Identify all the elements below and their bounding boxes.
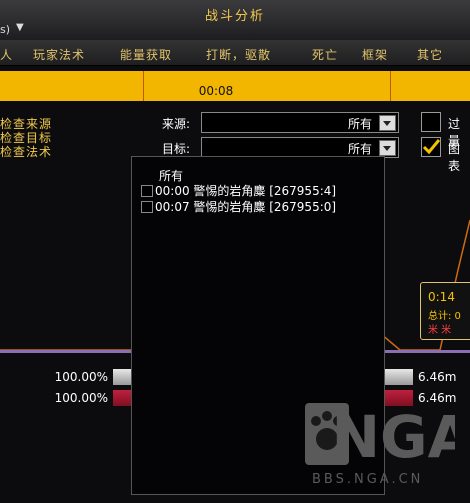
option-checkbox[interactable] [141,201,153,213]
tab-energy[interactable]: 能量获取 [120,46,172,63]
target-dropdown[interactable]: 所有 [201,137,399,158]
graph-checkbox[interactable] [421,137,441,157]
target-value: 所有 [347,142,372,156]
overheal-checkbox[interactable] [421,112,441,132]
tab-interrupt[interactable]: 打断，驱散 [206,46,271,63]
tab-bar: 人 玩家法术 能量获取 打断，驱散 死亡 框架 其它 [0,40,470,66]
tab-other[interactable]: 其它 [417,46,443,63]
bar-percent: 100.00% [54,370,108,384]
tab-people[interactable]: 人 [0,46,13,63]
target-label: 目标: [162,142,191,156]
dropdown-caret-icon[interactable]: ▼ [16,22,24,33]
source-label: 来源: [162,117,191,131]
chevron-down-icon[interactable] [379,115,396,131]
watermark-url: BBS.NGA.CN [312,472,424,487]
bar-percent: 100.00% [54,391,108,405]
check-spell-item[interactable]: 检查法术 [0,143,52,160]
window-title: 战斗分析 [204,9,265,24]
dropdown-option[interactable]: 00:07 警惕的岩角麋 [267955:0] [155,198,336,215]
tooltip-time: 0:14 [428,290,455,304]
svg-text:NGA: NGA [331,403,455,465]
tab-player-spells[interactable]: 玩家法术 [33,46,85,63]
source-value: 所有 [347,117,372,131]
mode-dropdown-fragment[interactable]: s) [0,23,10,36]
checkmark-icon [422,139,441,155]
tab-death[interactable]: 死亡 [312,46,338,63]
tab-frame[interactable]: 框架 [362,46,388,63]
dropdown-option[interactable]: 00:00 警惕的岩角麋 [267955:4] [155,182,336,199]
chevron-down-icon[interactable] [379,140,396,156]
bar-time: 6.46m [418,370,457,384]
tooltip-total: 总计: 0 [428,311,461,322]
timeline-time-label: 00:08 [198,84,234,98]
option-checkbox[interactable] [141,185,153,197]
source-dropdown[interactable]: 所有 [201,112,399,133]
tooltip-names: 米 米 [428,325,452,336]
graph-tooltip: 0:14 总计: 0 米 米 [420,282,470,340]
nga-watermark-logo: NGA [305,403,455,465]
